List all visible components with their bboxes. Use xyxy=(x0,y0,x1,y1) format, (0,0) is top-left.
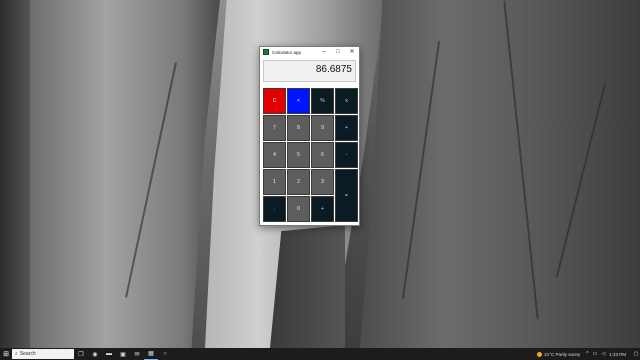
digit-6-button[interactable]: 6 xyxy=(311,142,334,168)
digit-0-button[interactable]: 0 xyxy=(287,196,310,222)
task-view-icon[interactable]: ❐ xyxy=(74,348,88,360)
minimize-button[interactable]: – xyxy=(317,47,331,57)
network-icon[interactable]: ▭ xyxy=(593,351,598,357)
add-button[interactable]: + xyxy=(335,115,358,141)
digit-5-button[interactable]: 5 xyxy=(287,142,310,168)
weather-widget[interactable]: 21°C Partly sunny xyxy=(537,351,581,357)
mail-icon[interactable]: ✉ xyxy=(130,348,144,360)
store-icon[interactable]: ▣ xyxy=(116,348,130,360)
edge-browser-icon[interactable]: ◉ xyxy=(88,348,102,360)
plus-button[interactable]: + xyxy=(311,196,334,222)
backspace-button[interactable]: < xyxy=(287,88,310,114)
window-title: Calculator app xyxy=(272,49,302,55)
file-explorer-icon[interactable]: ▬ xyxy=(102,348,116,360)
windows-start-icon[interactable]: ⊞ xyxy=(0,348,12,360)
taskbar-search-input[interactable]: ⌕ Search xyxy=(12,349,74,359)
digit-1-button[interactable]: 1 xyxy=(263,169,286,195)
digit-2-button[interactable]: 2 xyxy=(287,169,310,195)
notification-icon[interactable]: ▢ xyxy=(632,348,640,360)
search-icon: ⌕ xyxy=(15,351,18,357)
clock[interactable]: 1:23 PM xyxy=(609,352,626,357)
digit-4-button[interactable]: 4 xyxy=(263,142,286,168)
sun-icon xyxy=(537,351,543,357)
result-display: 86.6875 xyxy=(263,60,356,82)
tray-chevron-icon[interactable]: ^ xyxy=(586,351,588,357)
digit-9-button[interactable]: 9 xyxy=(311,115,334,141)
subtract-button[interactable]: - xyxy=(335,142,358,168)
weather-text: 21°C Partly sunny xyxy=(544,351,581,357)
maximize-button[interactable]: □ xyxy=(331,47,345,57)
multiply-button[interactable]: x xyxy=(335,88,358,114)
clear-button[interactable]: C xyxy=(263,88,286,114)
volume-icon[interactable]: ◁ xyxy=(601,351,605,357)
app-taskbar-icon[interactable]: ○ xyxy=(158,348,172,360)
digit-3-button[interactable]: 3 xyxy=(311,169,334,195)
digit-8-button[interactable]: 8 xyxy=(287,115,310,141)
rock-shadow-left xyxy=(0,0,30,348)
search-placeholder: Search xyxy=(19,351,36,357)
calculator-taskbar-icon[interactable]: ▦ xyxy=(144,348,158,360)
close-button[interactable]: ✕ xyxy=(345,47,359,57)
app-icon xyxy=(263,49,269,55)
equals-button[interactable]: = xyxy=(335,169,358,222)
rock-boulder xyxy=(270,225,345,348)
title-bar[interactable]: Calculator app – □ ✕ xyxy=(260,47,359,57)
keypad: C < % x 7 8 9 + 4 5 6 - 1 2 3 = . 0 + xyxy=(263,88,358,222)
percent-button[interactable]: % xyxy=(311,88,334,114)
taskbar: ⊞ ⌕ Search ❐ ◉ ▬ ▣ ✉ ▦ ○ 21°C Partly sun… xyxy=(0,348,640,360)
calculator-window[interactable]: Calculator app – □ ✕ 86.6875 C < % x 7 8… xyxy=(259,46,360,226)
digit-7-button[interactable]: 7 xyxy=(263,115,286,141)
decimal-button[interactable]: . xyxy=(263,196,286,222)
